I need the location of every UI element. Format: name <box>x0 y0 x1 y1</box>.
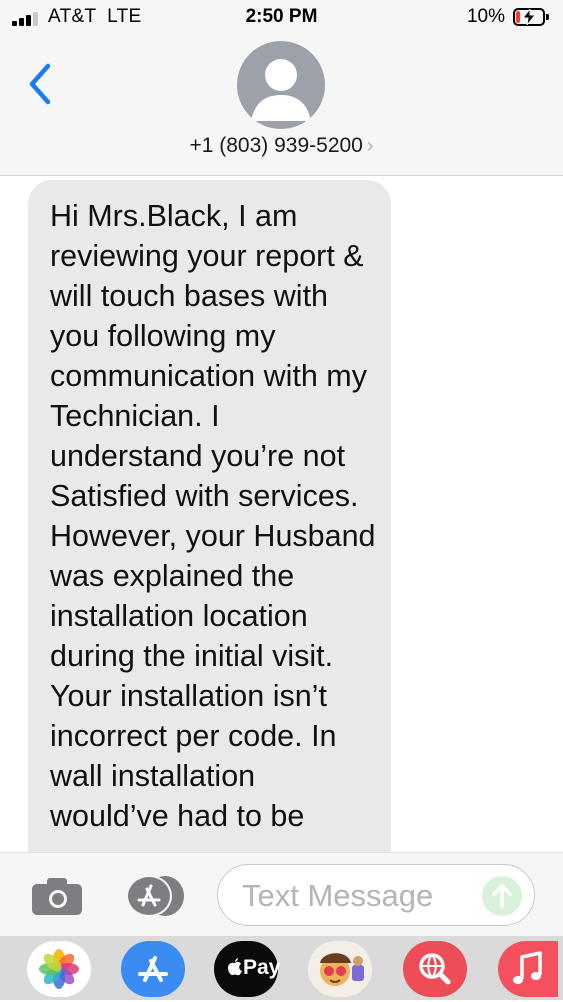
battery-percentage: 10% <box>466 6 505 27</box>
camera-icon <box>32 878 82 915</box>
contact-avatar[interactable] <box>237 41 325 129</box>
app-store-button[interactable] <box>121 874 187 918</box>
web-search-app-icon[interactable] <box>403 941 467 997</box>
message-text: Hi Mrs.Black, I am reviewing your report… <box>50 199 376 833</box>
memoji-stickers-app-icon[interactable] <box>308 941 372 997</box>
chevron-right-icon: › <box>366 135 374 157</box>
photos-app-icon[interactable] <box>27 941 91 997</box>
person-silhouette-icon <box>251 59 311 121</box>
compose-bar <box>0 852 563 936</box>
app-store-icon <box>126 875 184 917</box>
chevron-left-icon <box>29 63 51 105</box>
back-button[interactable] <box>22 62 62 106</box>
message-thread[interactable]: Hi Mrs.Black, I am reviewing your report… <box>0 176 563 852</box>
app-store-app-icon[interactable] <box>121 941 185 997</box>
conversation-header: +1 (803) 939-5200 › <box>0 36 563 176</box>
send-button[interactable] <box>482 876 522 916</box>
contact-name-button[interactable]: +1 (803) 939-5200 › <box>0 134 563 158</box>
camera-button[interactable] <box>30 877 86 917</box>
send-arrow-icon <box>492 884 512 908</box>
imessage-app-drawer: Pay <box>0 936 563 1000</box>
message-input[interactable] <box>240 873 474 919</box>
music-app-icon[interactable] <box>498 941 558 997</box>
apple-logo-icon <box>228 958 242 976</box>
apple-pay-app-icon[interactable]: Pay <box>214 941 281 997</box>
message-input-field[interactable] <box>217 864 535 926</box>
charging-bolt-icon <box>522 9 536 25</box>
apple-pay-label: Pay <box>243 956 281 979</box>
status-bar: AT&T LTE 2:50 PM 10% <box>0 0 563 36</box>
battery-icon <box>513 8 549 26</box>
contact-number: +1 (803) 939-5200 <box>189 134 363 157</box>
incoming-message-bubble[interactable]: Hi Mrs.Black, I am reviewing your report… <box>28 180 391 852</box>
